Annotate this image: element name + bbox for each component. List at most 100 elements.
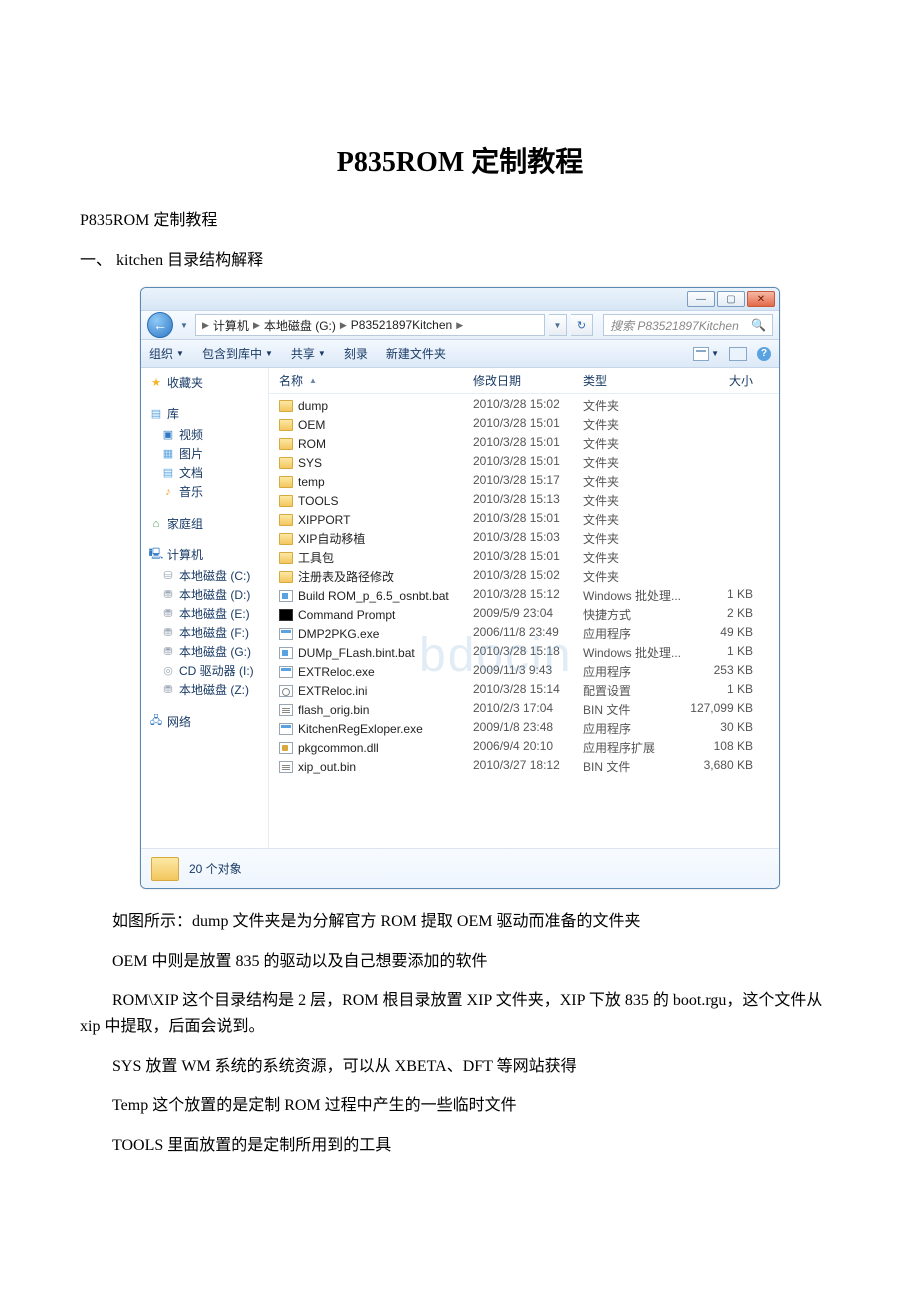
explorer-window: — ▢ ✕ ← ▼ ▶ 计算机 ▶ 本地磁盘 (G:) ▶ P83521897K… xyxy=(140,287,780,889)
crumb-computer[interactable]: 计算机 xyxy=(213,317,249,334)
file-row[interactable]: dump2010/3/28 15:02文件夹 xyxy=(269,396,779,415)
file-row[interactable]: DMP2PKG.exe2006/11/8 23:49应用程序49 KB xyxy=(269,624,779,643)
file-row[interactable]: EXTReloc.ini2010/3/28 15:14配置设置1 KB xyxy=(269,681,779,700)
nav-favorites[interactable]: ★收藏夹 xyxy=(149,374,268,391)
file-date: 2009/5/9 23:04 xyxy=(473,606,583,623)
history-dropdown[interactable]: ▼ xyxy=(177,312,191,338)
file-name: XIPPORT xyxy=(298,513,350,527)
folder-icon xyxy=(151,857,179,881)
file-row[interactable]: ROM2010/3/28 15:01文件夹 xyxy=(269,434,779,453)
organize-menu[interactable]: 组织▼ xyxy=(149,345,184,362)
file-size xyxy=(683,511,753,528)
homegroup-icon: ⌂ xyxy=(149,517,163,531)
file-date: 2010/3/28 15:12 xyxy=(473,587,583,604)
file-name: Build ROM_p_6.5_osnbt.bat xyxy=(298,589,449,603)
folder-icon xyxy=(279,457,293,469)
file-row[interactable]: XIP自动移植2010/3/28 15:03文件夹 xyxy=(269,529,779,548)
nav-drive-e[interactable]: ⛃本地磁盘 (E:) xyxy=(149,604,268,623)
refresh-button[interactable]: ↻ xyxy=(571,314,593,336)
file-type: Windows 批处理... xyxy=(583,587,683,604)
close-button[interactable]: ✕ xyxy=(747,291,775,307)
doc-subtitle: P835ROM 定制教程 xyxy=(80,208,840,234)
titlebar: — ▢ ✕ xyxy=(141,288,779,310)
file-row[interactable]: xip_out.bin2010/3/27 18:12BIN 文件3,680 KB xyxy=(269,757,779,776)
file-row[interactable]: temp2010/3/28 15:17文件夹 xyxy=(269,472,779,491)
folder-icon xyxy=(279,514,293,526)
view-menu[interactable]: ▼ xyxy=(693,347,719,361)
file-row[interactable]: pkgcommon.dll2006/9/4 20:10应用程序扩展108 KB xyxy=(269,738,779,757)
minimize-button[interactable]: — xyxy=(687,291,715,307)
back-button[interactable]: ← xyxy=(147,312,173,338)
file-size xyxy=(683,435,753,452)
file-size: 1 KB xyxy=(683,587,753,604)
file-row[interactable]: flash_orig.bin2010/2/3 17:04BIN 文件127,09… xyxy=(269,700,779,719)
file-row[interactable]: Build ROM_p_6.5_osnbt.bat 2010/3/28 15:12… xyxy=(269,586,779,605)
bin-icon xyxy=(279,704,293,716)
drive-icon: ⛃ xyxy=(161,588,175,602)
file-type: 文件夹 xyxy=(583,454,683,471)
nav-drive-g[interactable]: ⛃本地磁盘 (G:) xyxy=(149,642,268,661)
nav-documents[interactable]: ▤文档 xyxy=(149,463,268,482)
include-menu[interactable]: 包含到库中▼ xyxy=(202,345,273,362)
file-name: KitchenRegExloper.exe xyxy=(298,722,423,736)
file-type: 文件夹 xyxy=(583,435,683,452)
share-menu[interactable]: 共享▼ xyxy=(291,345,326,362)
burn-button[interactable]: 刻录 xyxy=(344,345,368,362)
file-row[interactable]: XIPPORT2010/3/28 15:01文件夹 xyxy=(269,510,779,529)
dll-icon xyxy=(279,742,293,754)
file-name: DMP2PKG.exe xyxy=(298,627,379,641)
nav-drive-f[interactable]: ⛃本地磁盘 (F:) xyxy=(149,623,268,642)
file-row[interactable]: TOOLS2010/3/28 15:13文件夹 xyxy=(269,491,779,510)
col-date[interactable]: 修改日期 xyxy=(473,372,583,389)
toolbar: 组织▼ 包含到库中▼ 共享▼ 刻录 新建文件夹 ▼ ? xyxy=(141,340,779,368)
crumb-drive[interactable]: 本地磁盘 (G:) xyxy=(264,317,336,334)
nav-computer[interactable]: 🖳计算机 xyxy=(149,546,268,563)
nav-drive-z[interactable]: ⛃本地磁盘 (Z:) xyxy=(149,680,268,699)
file-name: flash_orig.bin xyxy=(298,703,369,717)
file-type: 应用程序扩展 xyxy=(583,739,683,756)
address-dropdown[interactable]: ▼ xyxy=(549,314,567,336)
nav-drive-i[interactable]: ◎CD 驱动器 (I:) xyxy=(149,661,268,680)
file-type: 文件夹 xyxy=(583,492,683,509)
file-row[interactable]: 工具包2010/3/28 15:01文件夹 xyxy=(269,548,779,567)
file-date: 2010/3/28 15:03 xyxy=(473,530,583,547)
col-name[interactable]: 名称▲ xyxy=(273,372,473,389)
address-bar: ← ▼ ▶ 计算机 ▶ 本地磁盘 (G:) ▶ P83521897Kitchen… xyxy=(141,310,779,340)
nav-network[interactable]: 🖧网络 xyxy=(149,713,268,730)
nav-libraries[interactable]: ▤库 xyxy=(149,405,268,422)
col-size[interactable]: 大小 xyxy=(683,372,753,389)
newfolder-button[interactable]: 新建文件夹 xyxy=(386,345,446,362)
breadcrumb[interactable]: ▶ 计算机 ▶ 本地磁盘 (G:) ▶ P83521897Kitchen ▶ xyxy=(195,314,545,336)
nav-drive-d[interactable]: ⛃本地磁盘 (D:) xyxy=(149,585,268,604)
search-input[interactable]: 搜索 P83521897Kitchen 🔍 xyxy=(603,314,773,336)
col-type[interactable]: 类型 xyxy=(583,372,683,389)
preview-pane-button[interactable] xyxy=(729,347,747,361)
file-row[interactable]: Command Prompt2009/5/9 23:04快捷方式2 KB xyxy=(269,605,779,624)
file-name: SYS xyxy=(298,456,322,470)
nav-music[interactable]: ♪音乐 xyxy=(149,482,268,501)
file-name: EXTReloc.ini xyxy=(298,684,367,698)
folder-icon xyxy=(279,476,293,488)
picture-icon: ▦ xyxy=(161,447,175,461)
nav-videos[interactable]: ▣视频 xyxy=(149,425,268,444)
maximize-button[interactable]: ▢ xyxy=(717,291,745,307)
network-icon: 🖧 xyxy=(149,715,163,729)
file-row[interactable]: KitchenRegExloper.exe2009/1/8 23:48应用程序3… xyxy=(269,719,779,738)
file-size xyxy=(683,530,753,547)
file-row[interactable]: SYS2010/3/28 15:01文件夹 xyxy=(269,453,779,472)
bat-icon xyxy=(279,590,293,602)
nav-pictures[interactable]: ▦图片 xyxy=(149,444,268,463)
chevron-right-icon: ▶ xyxy=(200,320,211,331)
nav-homegroup[interactable]: ⌂家庭组 xyxy=(149,515,268,532)
file-list-pane: 名称▲ 修改日期 类型 大小 dump2010/3/28 15:02文件夹OEM… xyxy=(269,368,779,848)
file-date: 2010/3/28 15:14 xyxy=(473,682,583,699)
file-row[interactable]: EXTReloc.exe2009/11/3 9:43应用程序253 KB xyxy=(269,662,779,681)
file-row[interactable]: DUMp_FLash.bint.bat2010/3/28 15:18Window… xyxy=(269,643,779,662)
file-row[interactable]: 注册表及路径修改2010/3/28 15:02文件夹 xyxy=(269,567,779,586)
crumb-folder[interactable]: P83521897Kitchen xyxy=(351,318,452,332)
page-title: P835ROM 定制教程 xyxy=(80,140,840,180)
file-row[interactable]: OEM2010/3/28 15:01文件夹 xyxy=(269,415,779,434)
para-dump: 如图所示：dump 文件夹是为分解官方 ROM 提取 OEM 驱动而准备的文件夹 xyxy=(80,909,840,935)
nav-drive-c[interactable]: ⛁本地磁盘 (C:) xyxy=(149,566,268,585)
help-button[interactable]: ? xyxy=(757,347,771,361)
